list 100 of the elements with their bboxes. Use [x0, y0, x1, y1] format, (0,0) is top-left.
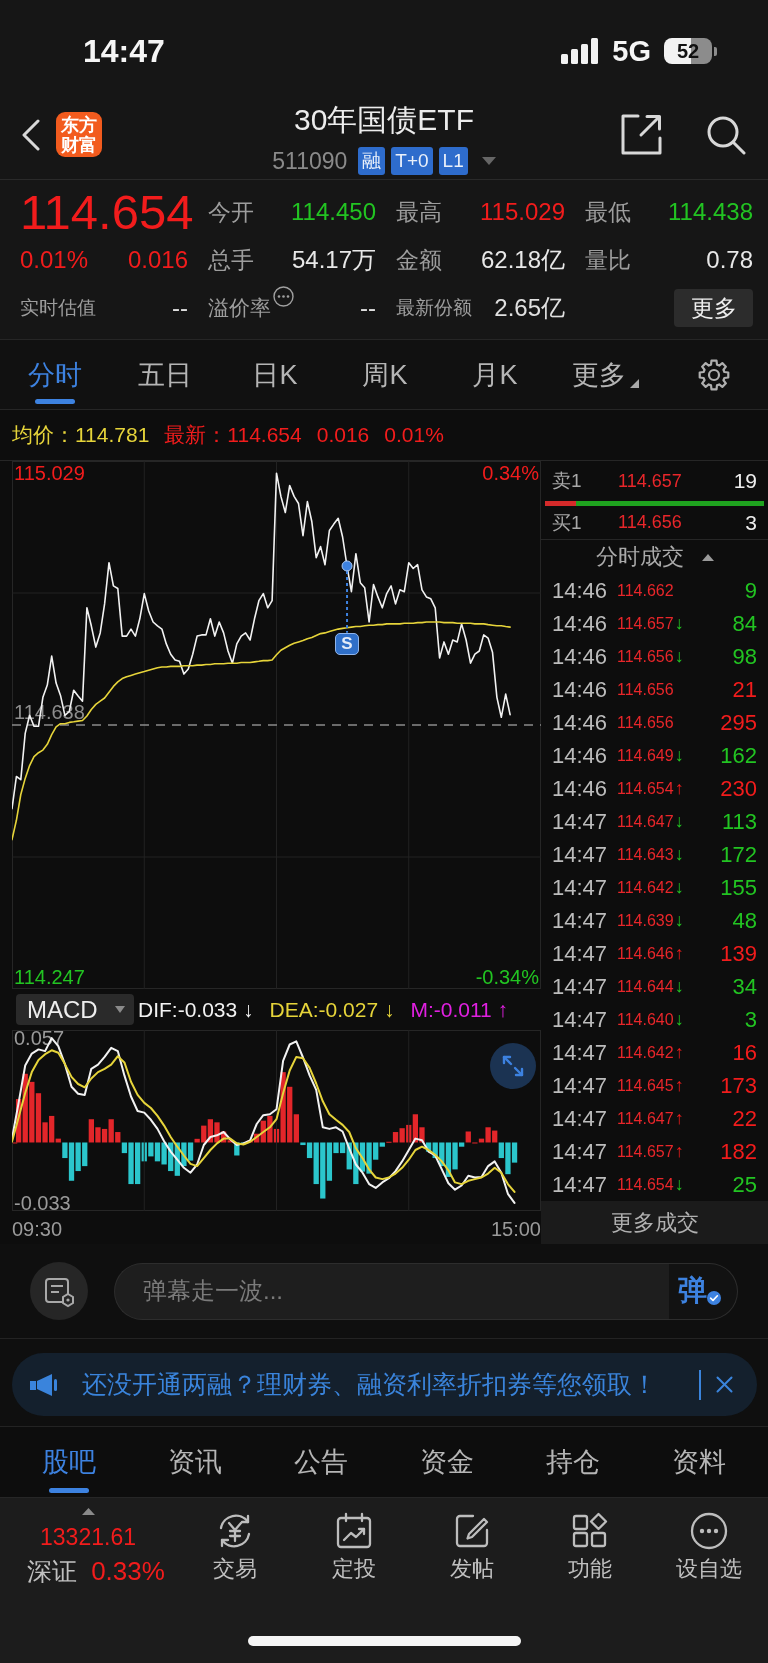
time-label: 15:00 — [490, 1217, 541, 1241]
trade-volume: 25 — [732, 1171, 757, 1198]
trade-time: 14:47 — [552, 808, 609, 835]
legend-text: 最新：114.654 — [164, 422, 302, 448]
more-trades-button[interactable]: 更多成交 — [541, 1201, 768, 1244]
trade-volume: 162 — [720, 742, 757, 769]
section-tab[interactable]: 资金 — [384, 1427, 510, 1497]
trade-time: 14:47 — [552, 841, 609, 868]
settings-icon[interactable] — [697, 357, 731, 392]
chart-tab[interactable]: 周K — [330, 340, 440, 409]
ask-volume: 19 — [733, 469, 757, 493]
bid-volume: 3 — [745, 510, 757, 535]
change-percent: 0.01% — [20, 246, 89, 274]
chart-tab[interactable]: 分时 — [0, 340, 110, 409]
fund-code: 511090 — [272, 147, 348, 175]
section-tab[interactable]: 资讯 — [132, 1427, 258, 1497]
trade-arrow: ↑ — [674, 1141, 684, 1162]
trade-time: 14:46 — [552, 577, 609, 604]
indicator-dropdown[interactable]: MACD — [16, 994, 134, 1025]
section-tab[interactable]: 股吧 — [6, 1427, 132, 1497]
trade-time: 14:47 — [552, 1105, 609, 1132]
toolbar-button[interactable]: 功能 — [531, 1498, 650, 1598]
section-tab[interactable]: 资料 — [636, 1427, 762, 1497]
y-axis-label: -0.033 — [14, 1191, 71, 1214]
trades-title: 分时成交 — [595, 543, 684, 571]
ask-label: 卖1 — [552, 469, 583, 493]
trade-price: 114.656 — [617, 680, 674, 699]
stat-value: 114.438 — [668, 198, 753, 226]
trade-time: 14:46 — [552, 709, 609, 736]
y-axis-label: 115.029 — [14, 461, 85, 486]
trade-arrow: ↓ — [674, 1174, 684, 1195]
search-icon[interactable] — [706, 114, 746, 155]
trade-arrow: ↓ — [674, 646, 684, 667]
toolbar-button[interactable]: 定投 — [294, 1498, 413, 1598]
trade-volume: 173 — [720, 1072, 757, 1099]
caret-icon — [114, 1006, 125, 1013]
stat-value: 2.65亿 — [494, 293, 565, 323]
fund-title: 30年国债ETF — [294, 102, 474, 138]
danmaku-settings-icon[interactable] — [30, 1262, 88, 1320]
stat-value: 114.450 — [291, 198, 376, 226]
chart-tab[interactable]: 更多 — [550, 340, 660, 409]
trade-time: 14:47 — [552, 940, 609, 967]
trade-arrow: ↓ — [674, 877, 684, 898]
toolbar-button[interactable]: 交易 — [176, 1498, 295, 1598]
trade-arrow: ↑ — [674, 943, 684, 964]
stat-value: 62.18亿 — [480, 245, 565, 275]
close-icon[interactable] — [716, 1376, 733, 1393]
toolbar-button[interactable]: 发帖 — [412, 1498, 532, 1598]
trade-arrow: ↓ — [674, 745, 684, 766]
trade-price: 114.644 — [617, 977, 674, 996]
trade-time: 14:47 — [552, 874, 609, 901]
chart-tab[interactable]: 月K — [440, 340, 550, 409]
signal-icon — [561, 38, 600, 64]
trade-price: 114.649 — [617, 746, 674, 765]
trade-time: 14:46 — [552, 775, 609, 802]
back-icon[interactable] — [22, 118, 40, 151]
trade-price: 114.646 — [617, 944, 674, 963]
trade-marker[interactable]: S — [335, 632, 360, 655]
toolbar-button[interactable]: 设自选 — [649, 1498, 768, 1598]
trade-time: 14:47 — [552, 1072, 609, 1099]
trade-arrow: ↓ — [674, 613, 684, 634]
trade-price: 114.647 — [617, 1109, 674, 1128]
indicator-value: DIF:-0.033 ↓ — [138, 997, 254, 1022]
bid-price: 114.656 — [618, 512, 682, 533]
trade-arrow: ↑ — [674, 1042, 684, 1063]
trade-time: 14:47 — [552, 1006, 609, 1033]
more-button[interactable]: 更多 — [674, 289, 753, 327]
share-icon[interactable] — [620, 113, 663, 156]
section-tab[interactable]: 持仓 — [510, 1427, 636, 1497]
trade-price: 114.645 — [617, 1076, 674, 1095]
trade-volume: 84 — [732, 610, 757, 637]
stat-label: 今开 — [208, 197, 254, 227]
caret-icon[interactable] — [481, 157, 496, 165]
index-change: 0.33% — [91, 1556, 165, 1586]
trade-price: 114.642 — [617, 1043, 674, 1062]
legend-text: 0.016 — [316, 423, 370, 447]
chart-tab[interactable]: 五日 — [110, 340, 220, 409]
percent-label: -0.34% — [475, 964, 539, 989]
trade-volume: 34 — [732, 973, 757, 1000]
stat-label: 总手 — [208, 245, 254, 275]
trade-arrow: ↓ — [674, 976, 684, 997]
trade-price: 114.642 — [617, 878, 674, 897]
chart-tab[interactable]: 日K — [220, 340, 330, 409]
section-tab[interactable]: 公告 — [258, 1427, 384, 1497]
stat-label: 最新份额 — [396, 296, 472, 320]
more-dots-icon[interactable] — [273, 286, 294, 307]
time-label: 09:30 — [12, 1217, 63, 1241]
stat-value: 0.78 — [706, 246, 753, 274]
stat-label: 金额 — [396, 245, 442, 275]
expand-icon[interactable] — [490, 1043, 536, 1089]
trade-volume: 9 — [744, 577, 757, 604]
ask-price: 114.657 — [618, 470, 682, 492]
stat-label: 最高 — [396, 197, 442, 227]
caret-icon[interactable] — [701, 553, 714, 561]
stat-label: 最低 — [585, 197, 631, 227]
trade-price: 114.656 — [617, 647, 674, 666]
index-value: 13321.61 — [40, 1524, 136, 1550]
trade-time: 14:46 — [552, 676, 609, 703]
trade-time: 14:47 — [552, 1039, 609, 1066]
notice-banner[interactable]: 还没开通两融？理财券、融资利率折扣券等您领取！ — [12, 1353, 757, 1416]
